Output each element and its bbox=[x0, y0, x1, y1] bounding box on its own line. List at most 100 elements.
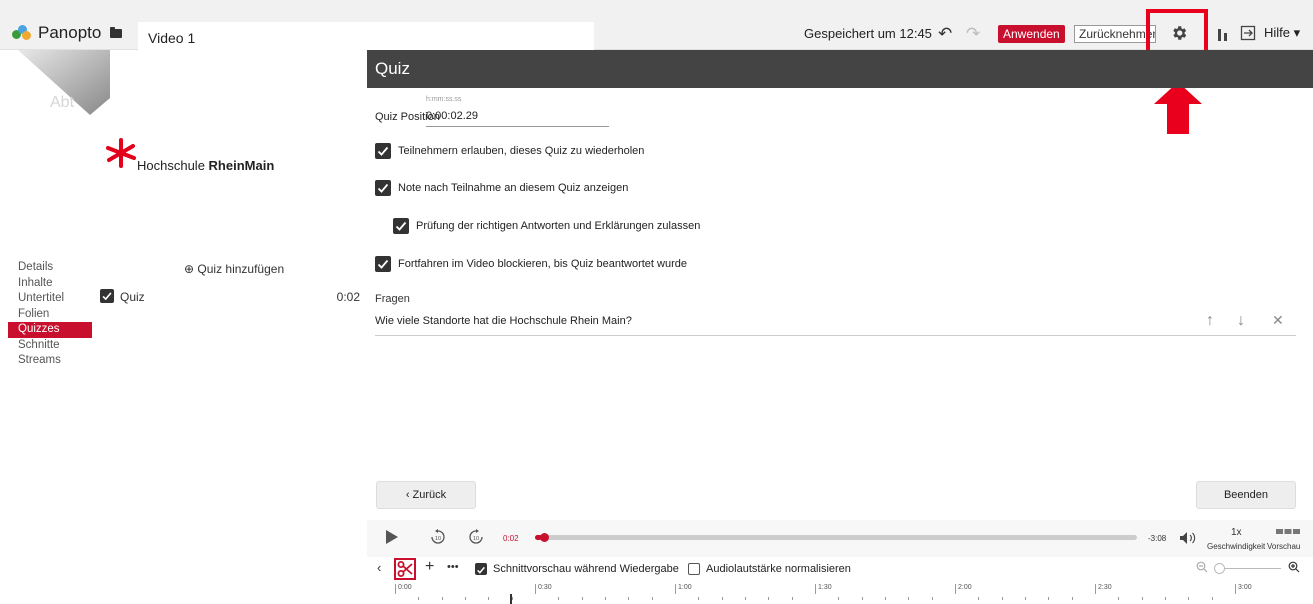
position-format-hint: h:mm:ss.ss bbox=[426, 96, 462, 103]
add-quiz-button[interactable]: ⊕ Quiz hinzufügen bbox=[184, 262, 284, 276]
timeline-tick-label: 0:30 bbox=[538, 584, 552, 591]
skip-forward-label: 10 bbox=[473, 536, 479, 542]
allow-retake-label: Teilnehmern erlauben, dieses Quiz zu wie… bbox=[398, 145, 645, 157]
timeline-major-tick bbox=[1235, 584, 1236, 594]
arrow-up-icon bbox=[1154, 82, 1202, 134]
cut-preview-checkbox[interactable] bbox=[475, 563, 487, 575]
quiz-panel-title: Quiz bbox=[367, 50, 1313, 88]
timeline-minor-tick bbox=[721, 597, 723, 600]
cut-tool-button[interactable] bbox=[394, 558, 416, 580]
show-grade-label: Note nach Teilnahme an diesem Quiz anzei… bbox=[398, 182, 629, 194]
timeline-minor-tick bbox=[651, 597, 653, 600]
hochschule-logo-icon bbox=[106, 138, 136, 168]
timeline-minor-tick bbox=[581, 597, 583, 600]
timeline-minor-tick bbox=[605, 597, 606, 600]
zoom-out-icon[interactable] bbox=[1196, 561, 1208, 573]
speed-label: Geschwindigkeit bbox=[1207, 542, 1266, 551]
timeline-minor-tick bbox=[745, 597, 746, 600]
nav-item-slides[interactable]: Folien bbox=[8, 307, 92, 323]
timeline-major-tick bbox=[535, 584, 536, 594]
move-up-icon[interactable]: ↑ bbox=[1206, 312, 1214, 330]
nav-item-details[interactable]: Details bbox=[8, 260, 92, 276]
remove-question-icon[interactable]: ✕ bbox=[1272, 312, 1284, 329]
skip-back-icon[interactable]: 10 bbox=[429, 528, 447, 546]
timeline-major-tick bbox=[815, 584, 816, 594]
stats-icon[interactable] bbox=[1217, 27, 1231, 41]
preview-icon[interactable] bbox=[1276, 529, 1300, 534]
timeline-minor-tick bbox=[488, 597, 490, 600]
nav-item-captions[interactable]: Untertitel bbox=[8, 291, 92, 307]
timeline-minor-tick bbox=[908, 597, 910, 600]
progress-knob[interactable] bbox=[539, 533, 549, 542]
timeline-minor-tick bbox=[511, 597, 513, 600]
speed-value[interactable]: 1x bbox=[1231, 527, 1242, 538]
nav-item-cuts[interactable]: Schnitte bbox=[8, 338, 92, 354]
nav-item-contents[interactable]: Inhalte bbox=[8, 276, 92, 292]
video-title-field[interactable]: Video 1 bbox=[138, 22, 594, 50]
position-input[interactable] bbox=[426, 106, 609, 127]
play-icon[interactable] bbox=[386, 530, 398, 544]
review-answers-checkbox[interactable] bbox=[393, 218, 409, 234]
timeline-minor-tick bbox=[861, 597, 863, 600]
allow-retake-checkbox[interactable] bbox=[375, 143, 391, 159]
preview-label: Vorschau bbox=[1267, 542, 1301, 551]
add-cut-icon[interactable]: + bbox=[425, 558, 434, 576]
timeline-minor-tick bbox=[1025, 597, 1026, 600]
timeline-minor-tick bbox=[441, 597, 443, 600]
quiz-item-checkbox[interactable] bbox=[100, 289, 114, 303]
questions-label: Fragen bbox=[375, 293, 410, 305]
help-menu[interactable]: Hilfe ▾ bbox=[1264, 25, 1300, 41]
normalize-audio-checkbox[interactable] bbox=[688, 563, 700, 575]
redo-icon[interactable]: ↷ bbox=[966, 24, 980, 44]
saved-status: Gespeichert um 12:45 bbox=[804, 26, 932, 41]
back-button[interactable]: ‹ Zurück bbox=[376, 481, 476, 509]
question-row[interactable]: Wie viele Standorte hat die Hochschule R… bbox=[375, 312, 1296, 336]
timeline-tick-label: 0:00 bbox=[398, 584, 412, 591]
question-text: Wie viele Standorte hat die Hochschule R… bbox=[375, 315, 632, 327]
nav-item-quizzes[interactable]: Quizzes bbox=[8, 322, 92, 338]
timeline-minor-tick bbox=[768, 597, 770, 600]
timeline-tick-label: 1:30 bbox=[818, 584, 832, 591]
folder-icon[interactable] bbox=[110, 27, 122, 38]
collapse-timeline-icon[interactable]: ‹ bbox=[377, 560, 381, 575]
nav-item-streams[interactable]: Streams bbox=[8, 353, 92, 369]
current-time: 0:02 bbox=[503, 534, 519, 543]
apply-button[interactable]: Anwenden bbox=[998, 25, 1065, 43]
quiz-item-label: Quiz bbox=[120, 290, 145, 304]
review-answers-label: Prüfung der richtigen Antworten und Erkl… bbox=[416, 220, 701, 232]
timeline-tick-label: 2:30 bbox=[1098, 584, 1112, 591]
progress-bar[interactable] bbox=[535, 533, 1137, 542]
timeline-major-tick bbox=[395, 584, 396, 594]
timeline-major-tick bbox=[1095, 584, 1096, 594]
finish-button[interactable]: Beenden bbox=[1196, 481, 1296, 509]
zoom-slider-handle[interactable] bbox=[1214, 563, 1225, 574]
move-down-icon[interactable]: ↓ bbox=[1237, 312, 1245, 330]
timeline-minor-tick bbox=[791, 597, 793, 600]
timeline-tick-label: 1:00 bbox=[678, 584, 692, 591]
slide-preview-text: Abt bbox=[50, 94, 75, 111]
cut-preview-label: Schnittvorschau während Wiedergabe bbox=[493, 563, 679, 575]
timeline-major-tick bbox=[675, 584, 676, 594]
top-bar: Panopto Video 1 Gespeichert um 12:45 ↶ ↷… bbox=[0, 0, 1313, 50]
revert-button[interactable]: Zurücknehmen bbox=[1074, 25, 1156, 43]
block-playback-checkbox[interactable] bbox=[375, 256, 391, 272]
more-options-icon[interactable]: ••• bbox=[447, 561, 459, 573]
volume-icon[interactable] bbox=[1179, 531, 1201, 545]
zoom-slider-track[interactable] bbox=[1217, 568, 1281, 569]
remaining-time: -3:08 bbox=[1148, 534, 1167, 543]
timeline-minor-tick bbox=[628, 597, 630, 600]
skip-forward-icon[interactable]: 10 bbox=[467, 528, 485, 546]
app-name: Panopto bbox=[38, 23, 102, 42]
show-grade-checkbox[interactable] bbox=[375, 180, 391, 196]
timeline-minor-tick bbox=[885, 597, 886, 600]
zoom-in-icon[interactable] bbox=[1288, 561, 1300, 573]
timeline-minor-tick bbox=[978, 597, 980, 600]
timeline-minor-tick bbox=[1118, 597, 1120, 600]
timeline-minor-tick bbox=[1001, 597, 1003, 600]
exit-icon[interactable] bbox=[1240, 25, 1256, 41]
timeline-minor-tick bbox=[1188, 597, 1190, 600]
quiz-list-item[interactable]: Quiz 0:02 bbox=[100, 289, 360, 305]
timeline[interactable] bbox=[392, 582, 1299, 604]
panopto-logo[interactable]: Panopto bbox=[12, 23, 101, 43]
undo-icon[interactable]: ↶ bbox=[938, 24, 952, 44]
